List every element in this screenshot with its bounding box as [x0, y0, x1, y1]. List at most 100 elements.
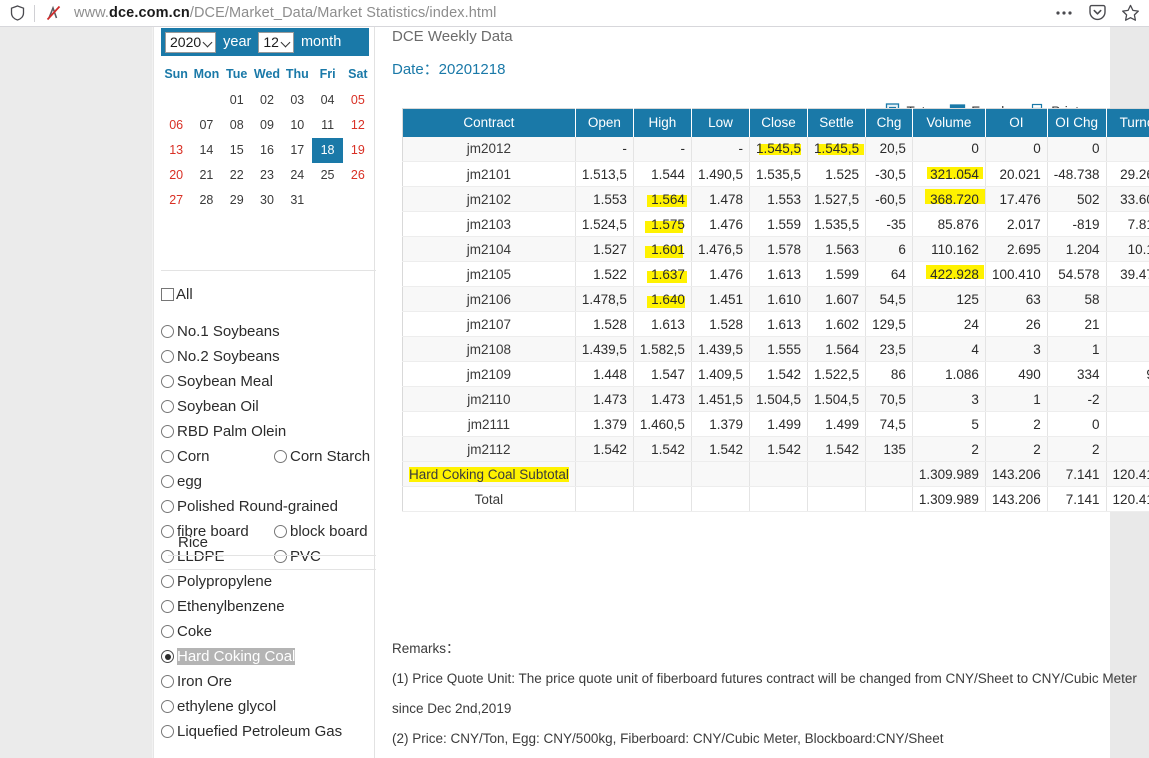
product-option-liquefied-petroleum-gas[interactable]: Liquefied Petroleum Gas [161, 723, 342, 740]
cell-chg: 129,5 [865, 311, 913, 337]
radio-icon[interactable] [274, 550, 287, 563]
pocket-save-icon[interactable] [1087, 3, 1107, 23]
radio-icon[interactable] [161, 525, 174, 538]
product-option-pvc[interactable]: PVC [274, 548, 321, 565]
calendar-day-15[interactable]: 15 [222, 138, 252, 163]
calendar-day-16[interactable]: 16 [252, 138, 282, 163]
product-option-ethylene-glycol[interactable]: ethylene glycol [161, 698, 276, 715]
calendar-day-04[interactable]: 04 [312, 88, 342, 113]
year-select[interactable]: 2020 [165, 31, 217, 53]
product-option-egg[interactable]: egg [161, 473, 202, 490]
product-option-hard-coking-coal[interactable]: Hard Coking Coal [161, 648, 296, 665]
calendar-day-06[interactable]: 06 [161, 113, 191, 138]
ellipsis-icon[interactable] [1054, 3, 1074, 23]
cell-high: 1.542 [633, 436, 692, 462]
product-option-iron-ore[interactable]: Iron Ore [161, 673, 232, 690]
cell-high: 1.473 [633, 386, 692, 412]
radio-icon[interactable] [161, 575, 174, 588]
radio-icon[interactable] [161, 400, 174, 413]
cell-value: 1.637 [651, 266, 685, 282]
cell-chg [865, 461, 913, 487]
product-option-polished-round-grained[interactable]: Polished Round-grained [161, 498, 338, 515]
table-header-row: Contract Open High Low Close Settle Chg Volume O… [402, 108, 1149, 137]
calendar-day-20[interactable]: 20 [161, 163, 191, 188]
calendar-dow-wed: Wed [253, 67, 281, 81]
cell-oi: 26 [985, 311, 1048, 337]
calendar-day-28[interactable]: 28 [191, 188, 221, 213]
calendar-day-14[interactable]: 14 [191, 138, 221, 163]
calendar-day-23[interactable]: 23 [252, 163, 282, 188]
radio-icon[interactable] [161, 625, 174, 638]
calendar-day-21[interactable]: 21 [191, 163, 221, 188]
radio-icon[interactable] [161, 725, 174, 738]
calendar-day-31[interactable]: 31 [282, 188, 312, 213]
cell-open: 1.522 [575, 261, 634, 287]
calendar-day-30[interactable]: 30 [252, 188, 282, 213]
cell-settle: 1.522,5 [807, 361, 867, 387]
product-option-block-board[interactable]: block board [274, 523, 368, 540]
star-icon[interactable] [1120, 3, 1140, 23]
cell-turnover: 39.477,99 [1106, 261, 1149, 287]
radio-icon[interactable] [274, 525, 287, 538]
calendar-day-24[interactable]: 24 [282, 163, 312, 188]
radio-icon[interactable] [161, 325, 174, 338]
strike-icon[interactable] [45, 5, 62, 22]
calendar-day-02[interactable]: 02 [252, 88, 282, 113]
product-option-soybean-oil[interactable]: Soybean Oil [161, 398, 259, 415]
cell-low: 1.409,5 [691, 361, 750, 387]
calendar-day-19[interactable]: 19 [343, 138, 373, 163]
product-option-ethenylbenzene[interactable]: Ethenylbenzene [161, 598, 285, 615]
cell-high: 1.547 [633, 361, 692, 387]
checkbox-all[interactable] [161, 288, 174, 301]
calendar-day-12[interactable]: 12 [343, 113, 373, 138]
radio-icon[interactable] [161, 675, 174, 688]
calendar-day-26[interactable]: 26 [343, 163, 373, 188]
calendar-day-22[interactable]: 22 [222, 163, 252, 188]
calendar-day-03[interactable]: 03 [282, 88, 312, 113]
product-option-fibre-board[interactable]: fibre board [161, 523, 249, 540]
radio-icon[interactable] [274, 450, 287, 463]
radio-icon[interactable] [161, 425, 174, 438]
radio-icon[interactable] [161, 450, 174, 463]
calendar-day-01[interactable]: 01 [222, 88, 252, 113]
radio-icon[interactable] [161, 375, 174, 388]
calendar-day-09[interactable]: 09 [252, 113, 282, 138]
calendar-day-11[interactable]: 11 [312, 113, 342, 138]
calendar-day-17[interactable]: 17 [282, 138, 312, 163]
cell-value: 321.054 [930, 166, 979, 182]
calendar-day-10[interactable]: 10 [282, 113, 312, 138]
product-option-no-1-soybeans[interactable]: No.1 Soybeans [161, 323, 280, 340]
year-label: year [223, 34, 252, 50]
calendar-day-05[interactable]: 05 [343, 88, 373, 113]
calendar-day-18[interactable]: 18 [312, 138, 343, 163]
calendar-day-25[interactable]: 25 [312, 163, 342, 188]
radio-icon[interactable] [161, 700, 174, 713]
sidebar: 2020 year 12 month Sun Mon Tue Wed Thu Fri Sat… [153, 27, 526, 758]
product-option-corn-starch[interactable]: Corn Starch [274, 448, 370, 465]
shield-icon[interactable] [8, 4, 26, 22]
calendar-day-07[interactable]: 07 [191, 113, 221, 138]
radio-icon[interactable] [161, 475, 174, 488]
product-option-corn[interactable]: Corn [161, 448, 210, 465]
product-option-coke[interactable]: Coke [161, 623, 212, 640]
radio-icon[interactable] [161, 650, 174, 663]
radio-icon[interactable] [161, 500, 174, 513]
product-option-polypropylene[interactable]: Polypropylene [161, 573, 272, 590]
cell-chg [865, 486, 913, 512]
product-option-label: PVC [290, 548, 321, 565]
product-option-rbd-palm-olein[interactable]: RBD Palm Olein [161, 423, 286, 440]
radio-icon[interactable] [161, 600, 174, 613]
calendar-day-13[interactable]: 13 [161, 138, 191, 163]
cell-volume: 2 [912, 436, 986, 462]
product-option-no-2-soybeans[interactable]: No.2 Soybeans [161, 348, 280, 365]
url-bar[interactable]: www.dce.com.cn/DCE/Market_Data/Market St… [74, 5, 497, 21]
cell-settle: 1.545,5 [807, 136, 867, 162]
calendar-day-27[interactable]: 27 [161, 188, 191, 213]
radio-icon[interactable] [161, 550, 174, 563]
radio-icon[interactable] [161, 350, 174, 363]
calendar-day-08[interactable]: 08 [222, 113, 252, 138]
product-option-lldpe[interactable]: LLDPE [161, 548, 225, 565]
month-select[interactable]: 12 [258, 31, 294, 53]
calendar-day-29[interactable]: 29 [222, 188, 252, 213]
product-option-soybean-meal[interactable]: Soybean Meal [161, 373, 273, 390]
